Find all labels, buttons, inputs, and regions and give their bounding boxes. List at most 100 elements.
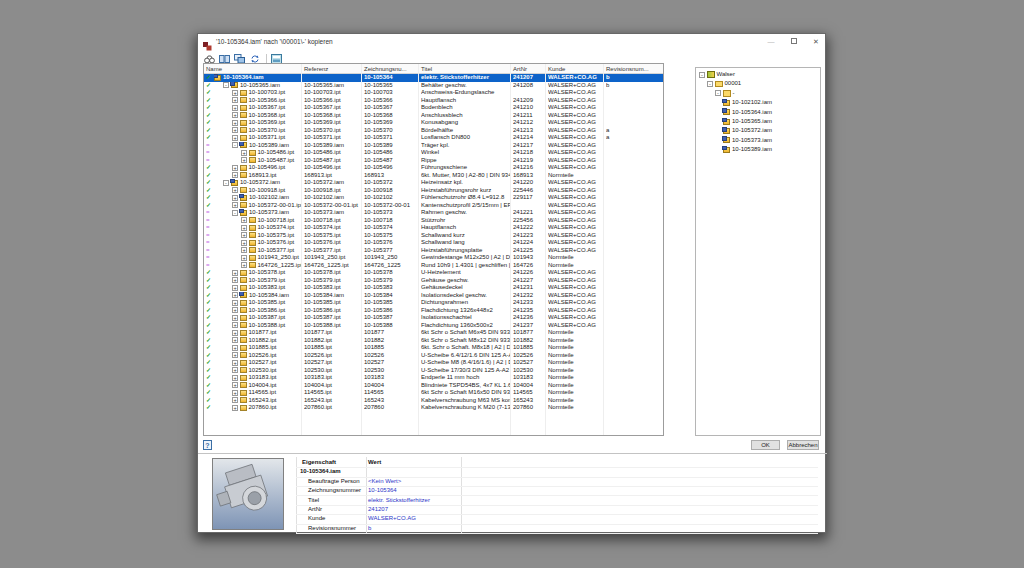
- expand-icon[interactable]: +: [232, 382, 238, 388]
- expand-icon[interactable]: +: [232, 112, 238, 118]
- expand-icon[interactable]: +: [232, 360, 238, 366]
- collapse-icon[interactable]: -: [715, 90, 721, 96]
- expand-icon[interactable]: +: [232, 375, 238, 381]
- maximize-button[interactable]: [786, 37, 802, 47]
- expand-icon[interactable]: +: [232, 307, 238, 313]
- expand-icon[interactable]: +: [232, 90, 238, 96]
- tree-node[interactable]: 10-102102.iam: [696, 98, 820, 107]
- table-row[interactable]: =+10-105487.ipt10-105487.ipt10-105487Rip…: [204, 157, 663, 165]
- expand-icon[interactable]: +: [232, 270, 238, 276]
- table-row[interactable]: ✓+10-102102.iam10-102102.iam10-102102Füh…: [204, 194, 663, 202]
- cancel-button[interactable]: Abbrechen: [787, 440, 819, 450]
- table-row[interactable]: ✓+10-105385.ipt10-105385.ipt10-105385Dic…: [204, 299, 663, 307]
- expand-icon[interactable]: +: [232, 292, 238, 298]
- expand-icon[interactable]: +: [241, 225, 247, 231]
- expand-icon[interactable]: +: [232, 322, 238, 328]
- table-row[interactable]: ✓+101877.ipt101877.ipt1018776kt Schr o S…: [204, 329, 663, 337]
- expand-icon[interactable]: +: [232, 277, 238, 283]
- collapse-icon[interactable]: -: [223, 82, 229, 88]
- collapse-icon[interactable]: -: [699, 72, 705, 78]
- expand-icon[interactable]: +: [232, 330, 238, 336]
- expand-icon[interactable]: +: [232, 337, 238, 343]
- tree-node[interactable]: --: [696, 89, 820, 98]
- expand-icon[interactable]: +: [232, 405, 238, 411]
- table-row[interactable]: ✓+165243.ipt165243.ipt165243Kabelverschr…: [204, 397, 663, 405]
- minimize-button[interactable]: —: [763, 37, 779, 47]
- collapse-icon[interactable]: -: [232, 210, 238, 216]
- expand-icon[interactable]: +: [232, 345, 238, 351]
- expand-icon[interactable]: +: [232, 367, 238, 373]
- expand-icon[interactable]: +: [241, 255, 247, 261]
- table-row[interactable]: ✓+10-105378.ipt10-105378.ipt10-105378U-H…: [204, 269, 663, 277]
- help-icon[interactable]: ?: [203, 440, 212, 450]
- expand-icon[interactable]: +: [232, 300, 238, 306]
- table-row[interactable]: ✓-10-105372.iam10-105372.iam10-105372Hei…: [204, 179, 663, 187]
- column-header[interactable]: ArtNr: [513, 66, 527, 72]
- table-header[interactable]: NameReferenzZeichnungsnu...TitelArtNrKun…: [204, 64, 663, 74]
- expand-icon[interactable]: +: [232, 120, 238, 126]
- table-row[interactable]: ✓+10-105371.ipt10-105371.ipt10-105371Los…: [204, 134, 663, 142]
- expand-icon[interactable]: +: [232, 135, 238, 141]
- tree-node[interactable]: -Walser: [696, 70, 820, 79]
- table-row[interactable]: ✓+10-105383.ipt10-105383.ipt10-105383Geh…: [204, 284, 663, 292]
- ok-button[interactable]: OK: [751, 440, 780, 450]
- expand-icon[interactable]: +: [241, 262, 247, 268]
- table-row[interactable]: ✓+10-105387.ipt10-105387.ipt10-105387Iso…: [204, 314, 663, 322]
- expand-icon[interactable]: +: [241, 157, 247, 163]
- expand-icon[interactable]: +: [232, 97, 238, 103]
- table-row[interactable]: =+10-105375.ipt10-105375.ipt10-105375Sch…: [204, 232, 663, 240]
- table-row[interactable]: ✓+10-100918.ipt10-100918.ipt10-100918Hei…: [204, 187, 663, 195]
- column-header[interactable]: Revisionsnum...: [606, 66, 649, 72]
- expand-icon[interactable]: +: [232, 165, 238, 171]
- expand-icon[interactable]: +: [241, 217, 247, 223]
- table-row[interactable]: ✓+101882.ipt101882.ipt1018826kt Schr o S…: [204, 337, 663, 345]
- table-row[interactable]: ✓+10-105496.ipt10-105496.ipt10-105496Füh…: [204, 164, 663, 172]
- close-button[interactable]: ✕: [808, 37, 824, 47]
- tree-node[interactable]: 10-105364.iam: [696, 108, 820, 117]
- table-row[interactable]: ✓+10-105379.ipt10-105379.ipt10-105379Geh…: [204, 277, 663, 285]
- expand-icon[interactable]: +: [232, 397, 238, 403]
- table-row[interactable]: ✓+10-105384.iam10-105384.iam10-105384Iso…: [204, 292, 663, 300]
- table-row[interactable]: ✓+114565.ipt114565.ipt1145656kt Schr o S…: [204, 389, 663, 397]
- table-row[interactable]: ✓+103183.ipt103183.ipt103183Endperle 11 …: [204, 374, 663, 382]
- table-row[interactable]: ✓+102527.ipt102527.ipt102527U-Scheibe M8…: [204, 359, 663, 367]
- column-header[interactable]: Zeichnungsnu...: [364, 66, 407, 72]
- expand-icon[interactable]: +: [232, 202, 238, 208]
- table-row[interactable]: ✓+101885.ipt101885.ipt1018856kt. Schr o …: [204, 344, 663, 352]
- expand-icon[interactable]: +: [232, 105, 238, 111]
- table-row[interactable]: ✓+102530.ipt102530.ipt102530U-Scheibe 17…: [204, 367, 663, 375]
- collapse-icon[interactable]: -: [232, 142, 238, 148]
- column-header[interactable]: Referenz: [304, 66, 328, 72]
- table-row[interactable]: ✓+168913.ipt168913.ipt1689136kt. Mutter,…: [204, 172, 663, 180]
- table-row[interactable]: ✓+10-105367.ipt10-105367.ipt10-105367Bod…: [204, 104, 663, 112]
- collapse-icon[interactable]: -: [707, 81, 713, 87]
- table-row[interactable]: =+10-105486.ipt10-105486.ipt10-105486Win…: [204, 149, 663, 157]
- table-row[interactable]: ✓+104004.ipt104004.ipt104004Blindniete T…: [204, 382, 663, 390]
- expand-icon[interactable]: +: [232, 352, 238, 358]
- tree-node[interactable]: 10-105389.iam: [696, 145, 820, 154]
- table-row[interactable]: =+10-105374.ipt10-105374.ipt10-105374Hau…: [204, 224, 663, 232]
- table-row[interactable]: ✓-10-105365.iam10-105365.iam10-105365Beh…: [204, 82, 663, 90]
- expand-icon[interactable]: +: [241, 232, 247, 238]
- table-row[interactable]: =+10-105376.ipt10-105376.ipt10-105376Sch…: [204, 239, 663, 247]
- table-row[interactable]: ✓+10-105388.ipt10-105388.ipt10-105388Fla…: [204, 322, 663, 330]
- table-row[interactable]: ✓+10-105368.ipt10-105368.ipt10-105368Ans…: [204, 112, 663, 120]
- table-row[interactable]: =+164726_1225.ipt164726_1225.ipt164726_1…: [204, 262, 663, 270]
- table-row[interactable]: =+10-105377.ipt10-105377.ipt10-105377Hei…: [204, 247, 663, 255]
- table-row[interactable]: ✓+10-105386.ipt10-105386.ipt10-105386Fla…: [204, 307, 663, 315]
- tree-node[interactable]: 10-105365.iam: [696, 117, 820, 126]
- column-header[interactable]: Name: [206, 66, 222, 72]
- table-row[interactable]: =+10-100718.ipt10-100718.ipt10-100718Stü…: [204, 217, 663, 225]
- table-row[interactable]: ✓+102526.ipt102526.ipt102526U-Scheibe 6.…: [204, 352, 663, 360]
- table-row[interactable]: =-10-105389.iam10-105389.iam10-105389Trä…: [204, 142, 663, 150]
- table-row[interactable]: ✓+10-105370.ipt10-105370.ipt10-105370Bör…: [204, 127, 663, 135]
- column-header[interactable]: Kunde: [548, 66, 565, 72]
- expand-icon[interactable]: +: [241, 247, 247, 253]
- expand-icon[interactable]: +: [232, 390, 238, 396]
- tree-node[interactable]: -00001: [696, 79, 820, 88]
- collapse-icon[interactable]: -: [223, 180, 229, 186]
- expand-icon[interactable]: +: [232, 172, 238, 178]
- table-row[interactable]: ✓+207860.ipt207860.ipt207860Kabelverschr…: [204, 404, 663, 412]
- table-row[interactable]: ✓+10-105366.ipt10-105366.ipt10-105366Hau…: [204, 97, 663, 105]
- expand-icon[interactable]: +: [232, 315, 238, 321]
